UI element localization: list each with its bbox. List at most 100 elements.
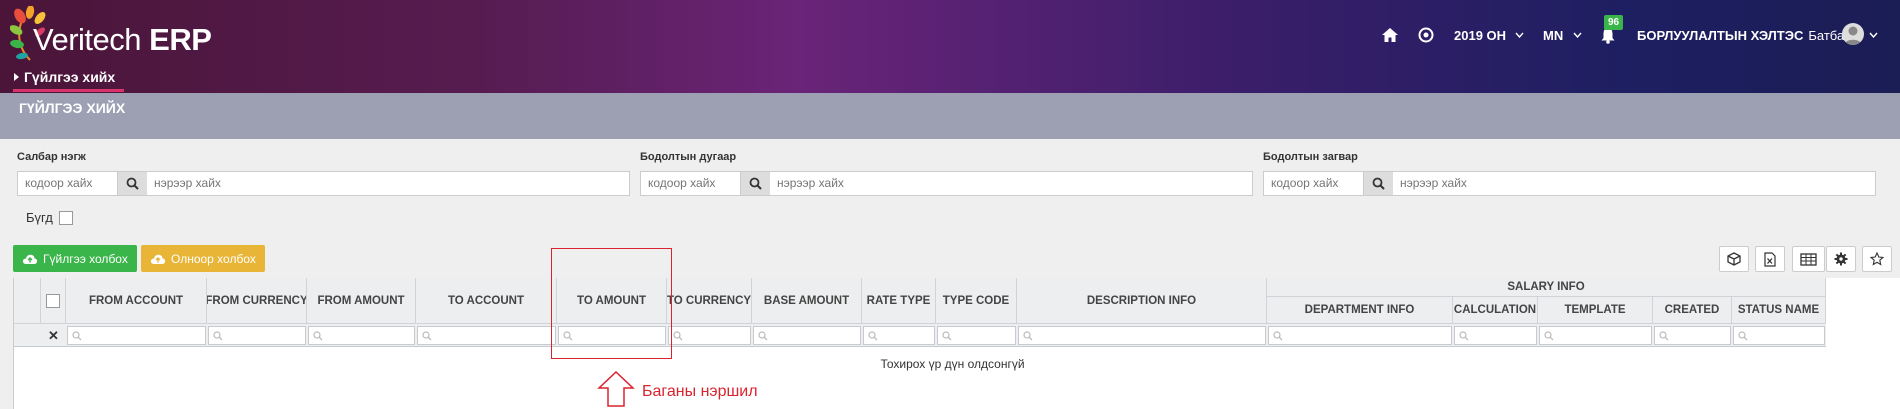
top-header: Veritech ERP Гүйлгээ хийх 2019 ОН MN 96 … [0, 0, 1900, 93]
notification-count-badge: 96 [1604, 15, 1624, 30]
column-header[interactable]: DEPARTMENT INFO [1267, 297, 1453, 324]
annotation-highlight-box [551, 248, 672, 359]
column-filter-input[interactable] [1268, 326, 1452, 345]
column-header[interactable]: TYPE CODE [936, 278, 1017, 324]
link-transaction-button[interactable]: Гүйлгээ холбох [13, 245, 137, 272]
logo-name: Veritech [33, 22, 142, 57]
gear-icon[interactable] [1826, 246, 1856, 272]
star-icon[interactable] [1862, 246, 1892, 272]
settings-circle-icon[interactable] [1418, 24, 1434, 46]
search-icon [673, 330, 683, 340]
column-header[interactable]: DESCRIPTION INFO [1017, 278, 1267, 324]
column-filter-input[interactable] [1454, 326, 1537, 345]
search-icon [758, 330, 768, 340]
calc-template-code-input[interactable] [1264, 172, 1364, 195]
calc-number-code-input[interactable] [641, 172, 741, 195]
filter-label-calc-number: Бодолтын дугаар [640, 151, 737, 163]
nav-tab-label: Гүйлгээ хийх [24, 69, 116, 85]
nav-tab-transaction[interactable]: Гүйлгээ хийх [14, 69, 115, 85]
search-icon [313, 330, 323, 340]
chevron-down-icon [1515, 32, 1524, 38]
column-filter-input[interactable] [1539, 326, 1652, 345]
search-icon [868, 330, 878, 340]
calc-template-filter [1263, 171, 1876, 196]
column-group-header: SALARY INFO [1267, 278, 1826, 297]
column-header[interactable]: TO CURRENCY [667, 278, 752, 324]
column-filter-input[interactable] [1654, 326, 1731, 345]
filter-label-calc-template: Бодолтын загвар [1263, 151, 1358, 163]
link-multiple-label: Олноор холбох [171, 251, 256, 266]
column-filter-input[interactable] [67, 326, 206, 345]
table-view-icon[interactable] [1792, 246, 1825, 272]
user-menu[interactable]: БОРЛУУЛАЛТЫН ХЭЛТЭС Батбаяр [1637, 24, 1858, 46]
calc-number-name-input[interactable] [770, 172, 1252, 195]
column-header[interactable]: TEMPLATE [1538, 297, 1653, 324]
chevron-down-icon [1573, 32, 1582, 38]
home-icon[interactable] [1381, 24, 1399, 46]
search-icon [213, 330, 223, 340]
select-all-checkbox[interactable] [46, 293, 60, 308]
nav-tab-underline [13, 89, 124, 92]
search-icon [1544, 330, 1554, 340]
cube-icon[interactable] [1719, 246, 1749, 272]
avatar[interactable] [1842, 23, 1864, 45]
column-header[interactable]: TO ACCOUNT [416, 278, 557, 324]
excel-export-icon[interactable] [1755, 246, 1785, 272]
search-icon[interactable] [1364, 172, 1393, 195]
cloud-upload-icon [22, 254, 38, 264]
empty-result-message: Тохирох үр дүн олдсонгүй [880, 357, 1025, 371]
filter-label-branch: Салбар нэгж [17, 151, 86, 163]
annotation-label: Баганы нэршил [642, 383, 758, 400]
column-filter-input[interactable] [1018, 326, 1266, 345]
year-dropdown[interactable]: 2019 ОН [1454, 24, 1524, 46]
branch-name-input[interactable] [147, 172, 629, 195]
column-header[interactable]: CALCULATION [1453, 297, 1538, 324]
column-header[interactable]: RATE TYPE [862, 278, 936, 324]
year-label: 2019 ОН [1454, 27, 1507, 43]
link-transaction-label: Гүйлгээ холбох [43, 251, 128, 266]
column-filter-input[interactable] [753, 326, 861, 345]
column-filter-input[interactable] [863, 326, 935, 345]
branch-code-input[interactable] [18, 172, 118, 195]
search-icon [1023, 330, 1033, 340]
search-icon[interactable] [118, 172, 147, 195]
select-all-header [41, 278, 66, 324]
column-filter-input[interactable] [1733, 326, 1825, 345]
page-title: ГҮЙЛГЭЭ ХИЙХ [19, 100, 126, 116]
search-icon [1459, 330, 1469, 340]
language-dropdown[interactable]: MN [1543, 24, 1582, 46]
caret-right-icon [14, 73, 19, 81]
calc-number-filter [640, 171, 1253, 196]
column-filter-input[interactable] [208, 326, 306, 345]
cloud-upload-icon [150, 254, 166, 264]
column-header[interactable]: BASE AMOUNT [752, 278, 862, 324]
search-icon [422, 330, 432, 340]
search-icon [1273, 330, 1283, 340]
grid-rownum-header [14, 278, 41, 324]
search-icon[interactable] [741, 172, 770, 195]
column-header[interactable]: STATUS NAME [1732, 297, 1826, 324]
search-icon [72, 330, 82, 340]
column-filter-input[interactable] [417, 326, 556, 345]
column-filter-input[interactable] [668, 326, 751, 345]
column-header[interactable]: FROM AMOUNT [307, 278, 416, 324]
link-multiple-button[interactable]: Олноор холбох [141, 245, 265, 272]
logo-bold: ERP [149, 22, 212, 57]
app-logo-text[interactable]: Veritech ERP [33, 22, 212, 58]
all-label: Бүгд [26, 210, 53, 225]
column-header[interactable]: FROM ACCOUNT [66, 278, 207, 324]
clear-filter-button[interactable]: ✕ [41, 326, 66, 345]
search-icon [1659, 330, 1669, 340]
column-header[interactable]: FROM CURRENCY [207, 278, 307, 324]
all-checkbox-group: Бүгд [26, 210, 73, 225]
column-filter-input[interactable] [937, 326, 1016, 345]
column-filter-input[interactable] [308, 326, 415, 345]
branch-filter [17, 171, 630, 196]
search-icon [942, 330, 952, 340]
search-icon [1738, 330, 1748, 340]
chevron-down-icon[interactable] [1869, 24, 1878, 46]
all-checkbox[interactable] [58, 210, 73, 225]
page-title-band [0, 93, 1900, 139]
column-header[interactable]: CREATED [1653, 297, 1732, 324]
calc-template-name-input[interactable] [1393, 172, 1875, 195]
